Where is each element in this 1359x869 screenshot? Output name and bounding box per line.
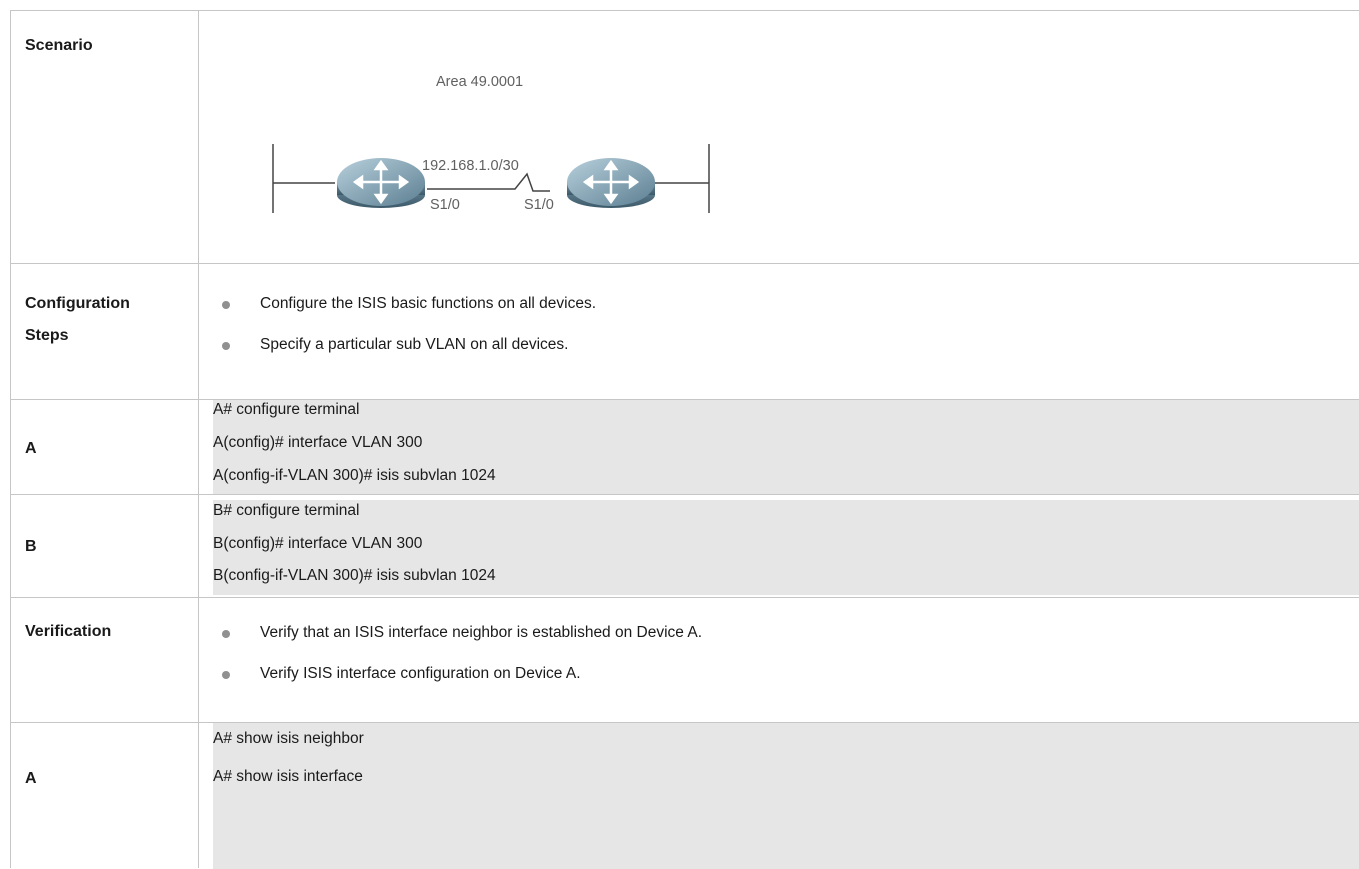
row-label-scenario: Scenario [25,37,93,54]
subnet-label: 192.168.1.0/30 [422,158,519,174]
bullet-icon [222,671,230,679]
code-line: A# show isis interface [213,768,363,785]
table-row-device-a-config: A A# configure terminal A(config)# inter… [10,399,1359,495]
code-line: B(config)# interface VLAN 300 [213,535,423,552]
row-label-device-a: A [25,440,37,457]
serial-link [427,172,550,192]
bullet-text: Specify a particular sub VLAN on all dev… [260,336,569,353]
code-line: B(config-if-VLAN 300)# isis subvlan 1024 [213,567,496,584]
right-port-label: S1/0 [524,197,554,213]
code-line: A# show isis neighbor [213,730,364,747]
table-row-device-a-verify: A A# show isis neighbor A# show isis int… [10,722,1359,869]
table-row-scenario: Scenario Area 49.0001 192.168.1.0/30 S1/… [10,10,1359,264]
bullet-text: Verify that an ISIS interface neighbor i… [260,624,703,641]
code-block-device-a-verify: A# show isis neighbor A# show isis inter… [213,723,1359,869]
code-line: A# configure terminal [213,401,360,418]
table-row-configuration-steps: Configuration Steps Configure the ISIS b… [10,263,1359,400]
label-line-1: Configuration [25,295,130,312]
label-line-2: Steps [25,327,69,344]
code-line: A(config-if-VLAN 300)# isis subvlan 1024 [213,467,496,484]
bullet-text: Configure the ISIS basic functions on al… [260,295,597,312]
router-a-icon [337,158,425,208]
table-row-device-b-config: B B# configure terminal B(config)# inter… [10,494,1359,598]
table-row-verification: Verification Verify that an ISIS interfa… [10,597,1359,723]
code-block-device-b: B# configure terminal B(config)# interfa… [213,500,1359,595]
row-label-configuration-steps: Configuration Steps [25,288,130,352]
network-topology-diagram: Area 49.0001 192.168.1.0/30 S1/0 S1/0 [265,61,745,231]
bullet-icon [222,630,230,638]
code-line: B# configure terminal [213,502,360,519]
area-label: Area 49.0001 [436,74,524,90]
row-label-device-a-verify: A [25,770,37,787]
code-block-device-a: A# configure terminal A(config)# interfa… [213,400,1359,495]
bullet-text: Verify ISIS interface configuration on D… [260,665,581,682]
bullet-icon [222,342,230,350]
left-port-label: S1/0 [430,197,460,213]
row-label-device-b: B [25,538,37,555]
router-b-icon [567,158,655,208]
config-example-table: Scenario Area 49.0001 192.168.1.0/30 S1/… [10,10,1359,869]
bullet-icon [222,301,230,309]
code-line: A(config)# interface VLAN 300 [213,434,423,451]
row-label-verification: Verification [25,623,112,640]
